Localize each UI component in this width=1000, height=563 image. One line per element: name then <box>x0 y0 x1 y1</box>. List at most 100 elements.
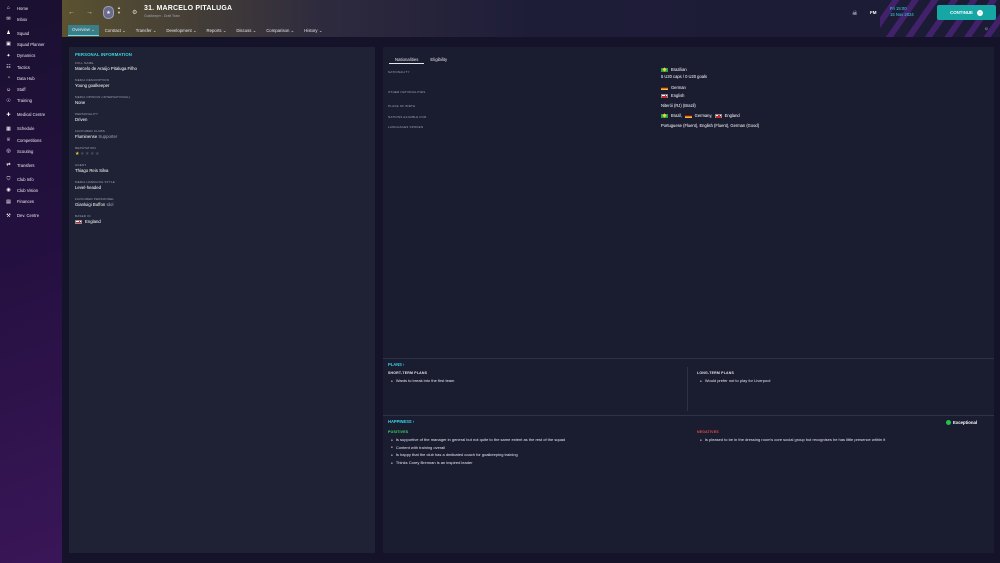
sidebar-item-competitions[interactable]: ♕ Competitions <box>0 135 62 145</box>
based-in-value[interactable]: England <box>85 219 101 224</box>
skull-icon[interactable]: ☠ <box>852 10 857 17</box>
media-handling-field: MEDIA HANDLING STYLE Level-headed <box>75 180 115 190</box>
tab-discuss[interactable]: Discuss ⌄ <box>232 25 260 36</box>
international-caps: 5 U20 caps / 0 U20 goals <box>661 74 707 79</box>
continue-arrow-icon: › <box>976 9 983 16</box>
based-in-field: BASED IN England <box>75 214 101 224</box>
home-icon: ⌂ <box>6 5 11 11</box>
fm-logo[interactable]: FM <box>870 10 877 15</box>
full-name-label: FULL NAME <box>75 61 94 65</box>
media-opinion-field: MEDIA OPINION (INTERNATIONAL) None <box>75 95 130 105</box>
sidebar-item-squad[interactable]: ♟ Squad <box>0 28 62 38</box>
sidebar-item-data-hub[interactable]: ◔ Data Hub <box>0 73 62 83</box>
sidebar-item-dynamics[interactable]: ✦ Dynamics <box>0 51 62 61</box>
planner-icon: ▣ <box>6 41 11 48</box>
sidebar-item-squad-planner[interactable]: ▣ Squad Planner <box>0 39 62 49</box>
favoured-personnel-role: Idol <box>106 202 114 207</box>
sidebar-item-finances[interactable]: ▤ Finances <box>0 197 62 207</box>
game-date[interactable]: Fri 15:00 15 Nov 2024 <box>890 6 914 17</box>
eligible-england[interactable]: England <box>725 113 740 118</box>
england-flag-icon <box>714 113 722 118</box>
other-nationality-english[interactable]: English <box>671 93 684 98</box>
tab-development[interactable]: Development ⌄ <box>162 25 200 36</box>
short-term-plans-list: Wants to break into the first team <box>391 377 455 385</box>
nationality-tabs: Nationalities Eligibility <box>389 55 453 64</box>
plans-title[interactable]: PLANS › <box>388 362 404 367</box>
back-arrow-icon[interactable]: ← <box>68 9 75 16</box>
other-nationality-german[interactable]: German <box>671 85 686 90</box>
favoured-club-link[interactable]: Fluminense <box>75 134 97 139</box>
sidebar-item-home[interactable]: ⌂ Home <box>0 3 62 13</box>
shield-icon: ⛉ <box>6 176 11 183</box>
sidebar-item-staff[interactable]: ☺ Staff <box>0 85 62 95</box>
sidebar-nav: ⌂ Home ✉ Inbox ♟ Squad ▣ Squad Planner ✦ Dynamics… <box>0 3 62 221</box>
tab-reports[interactable]: Reports ⌄ <box>203 25 231 36</box>
nations-eligible-label: NATIONS ELIGIBLE FOR <box>388 115 427 119</box>
player-tabs: Overview ⌄ Contract ⌄ Transfer ⌄ Developmen… <box>68 25 328 36</box>
sidebar-item-dev-centre[interactable]: ⚒ Dev. Centre <box>0 211 62 221</box>
player-name: 31. MARCELO PITALUGA <box>144 5 233 12</box>
notification-icon[interactable]: ☼ <box>984 26 989 32</box>
dynamics-icon: ✦ <box>6 52 11 59</box>
positives-label: POSITIVES <box>388 430 409 434</box>
eligible-brazil[interactable]: Brazil, <box>671 113 682 118</box>
negative-item: Is pleased to be in the dressing room's … <box>700 436 885 444</box>
plans-divider <box>383 358 994 359</box>
sidebar-item-scouting[interactable]: ◎ Scouting <box>0 146 62 156</box>
positive-item: Thinks Corey Brennan is an inspired lead… <box>391 459 565 467</box>
languages-value: Portuguese (Fluent), English (Fluent), G… <box>661 123 760 128</box>
happiness-title[interactable]: HAPPINESS › <box>388 419 414 424</box>
negatives-list: Is pleased to be in the dressing room's … <box>700 436 885 444</box>
favoured-personnel-link[interactable]: Gianluigi Buffon <box>75 202 105 207</box>
eligible-germany[interactable]: Germany, <box>695 113 713 118</box>
sidebar-item-transfers[interactable]: ⇄ Transfers <box>0 160 62 170</box>
medical-icon: ✚ <box>6 111 11 118</box>
settings-gear-icon[interactable]: ⚙ <box>132 9 137 16</box>
datahub-icon: ◔ <box>6 75 11 82</box>
tab-overview[interactable]: Overview ⌄ <box>68 25 99 36</box>
tab-contract[interactable]: Contract ⌄ <box>101 25 130 36</box>
sidebar-item-label: Medical Centre <box>17 112 46 118</box>
tactics-icon: ☷ <box>6 64 11 71</box>
continue-button[interactable]: CONTINUE › <box>937 5 996 20</box>
nationality-value[interactable]: Brazilian <box>671 67 687 72</box>
sidebar-item-label: Data Hub <box>17 75 35 81</box>
favoured-clubs-field: FAVOURED CLUBS Fluminense Supporter <box>75 129 117 139</box>
tab-nationalities[interactable]: Nationalities <box>389 55 425 64</box>
player-updown-icon[interactable]: ▲ ▼ <box>117 5 121 15</box>
sidebar-item-inbox[interactable]: ✉ Inbox <box>0 14 62 24</box>
nationality-label: NATIONALITY <box>388 70 410 74</box>
tab-eligibility[interactable]: Eligibility <box>424 55 453 64</box>
reputation-stars: ★★★★★ <box>75 151 100 157</box>
place-of-birth-label: PLACE OF BIRTH <box>388 104 416 108</box>
club-badge-icon[interactable]: ★ <box>103 6 114 19</box>
sidebar-item-label: Transfers <box>17 162 35 168</box>
reputation-label: REPUTATION <box>75 146 96 150</box>
sidebar-item-label: Scouting <box>17 148 34 154</box>
agent-value[interactable]: Thiago Reis Silva <box>75 168 108 173</box>
full-name-value: Marcelo de Araújo Pitaluga Filho <box>75 66 137 71</box>
sidebar-item-club-info[interactable]: ⛉ Club Info <box>0 174 62 184</box>
sidebar-item-medical-centre[interactable]: ✚ Medical Centre <box>0 110 62 120</box>
inbox-icon: ✉ <box>6 16 11 23</box>
tab-comparison[interactable]: Comparison ⌄ <box>262 25 298 36</box>
favoured-club-role: Supporter <box>98 134 118 139</box>
tab-transfer[interactable]: Transfer ⌄ <box>132 25 161 36</box>
sidebar-item-schedule[interactable]: ▦ Schedule <box>0 124 62 134</box>
forward-arrow-icon[interactable]: → <box>86 9 93 16</box>
germany-flag-icon <box>684 113 692 118</box>
dev-centre-icon: ⚒ <box>6 212 11 219</box>
place-of-birth-value[interactable]: Niterói (RJ) (Brazil) <box>661 103 696 108</box>
sidebar-item-label: Club Info <box>17 176 34 182</box>
favoured-personnel-label: FAVOURED PERSONNEL <box>75 197 115 201</box>
sidebar-item-tactics[interactable]: ☷ Tactics <box>0 62 62 72</box>
sidebar-item-club-vision[interactable]: ◉ Club Vision <box>0 185 62 195</box>
england-flag-icon <box>75 219 82 224</box>
squad-icon: ♟ <box>6 30 11 37</box>
sidebar-item-label: Dev. Centre <box>17 213 40 219</box>
tab-history[interactable]: History ⌄ <box>300 25 326 36</box>
reputation-field: REPUTATION ★★★★★ <box>75 146 100 157</box>
media-description-field: MEDIA DESCRIPTION Young goalkeeper <box>75 78 110 88</box>
media-description-label: MEDIA DESCRIPTION <box>75 78 110 82</box>
sidebar-item-training[interactable]: ☉ Training <box>0 96 62 106</box>
